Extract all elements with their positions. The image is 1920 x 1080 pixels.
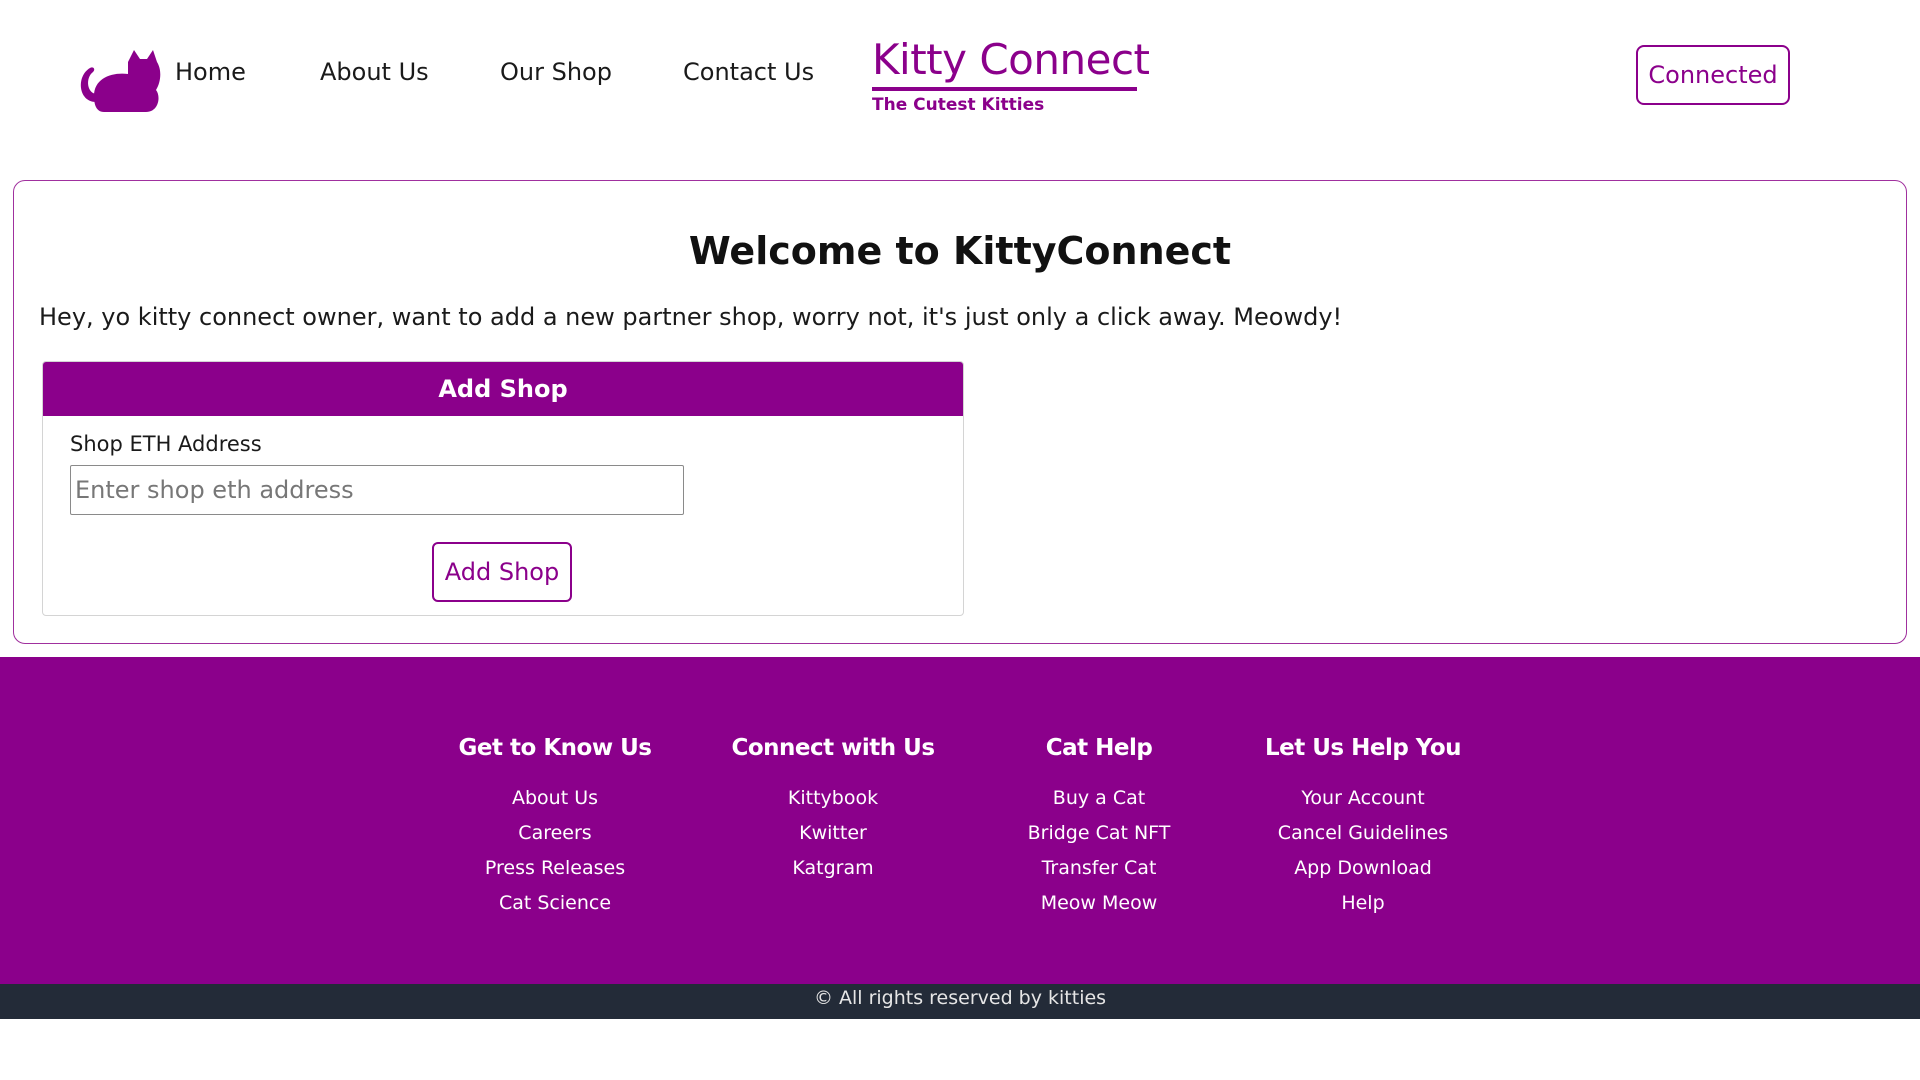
footer-link-help[interactable]: Help — [1243, 886, 1483, 921]
footer-link-kwitter[interactable]: Kwitter — [713, 816, 953, 851]
brand-logo[interactable]: Kitty Connect The Cutest Kitties — [872, 35, 1150, 115]
brand-subtitle: The Cutest Kitties — [872, 95, 1045, 115]
footer-heading: Get to Know Us — [458, 735, 652, 761]
footer-heading: Let Us Help You — [1264, 735, 1462, 761]
footer-link-press-releases[interactable]: Press Releases — [435, 851, 675, 886]
footer-link-buy-a-cat[interactable]: Buy a Cat — [979, 781, 1219, 816]
copyright-text: © All rights reserved by kitties — [813, 987, 1107, 1009]
brand-title: Kitty Connect — [872, 35, 1150, 84]
footer-link-app-download[interactable]: App Download — [1243, 851, 1483, 886]
footer-heading: Cat Help — [1045, 735, 1153, 761]
nav-about-us[interactable]: About Us — [320, 58, 429, 86]
cat-logo-icon[interactable] — [76, 46, 161, 114]
footer-heading: Connect with Us — [731, 735, 935, 761]
brand-underline — [872, 87, 1137, 91]
welcome-card: Welcome to KittyConnect Hey, yo kitty co… — [13, 180, 1907, 644]
footer-link-about-us[interactable]: About Us — [435, 781, 675, 816]
wallet-connect-button[interactable]: Connected — [1636, 45, 1790, 105]
footer-link-katgram[interactable]: Katgram — [713, 851, 953, 886]
footer-column-connect-with-us: Connect with Us Kittybook Kwitter Katgra… — [713, 735, 953, 886]
copyright-bar: © All rights reserved by kitties — [0, 984, 1920, 1019]
footer-link-transfer-cat[interactable]: Transfer Cat — [979, 851, 1219, 886]
nav-our-shop[interactable]: Our Shop — [500, 58, 612, 86]
shop-eth-address-label: Shop ETH Address — [70, 432, 262, 456]
add-shop-panel-header: Add Shop — [43, 362, 963, 416]
add-shop-panel: Add Shop Shop ETH Address Add Shop — [42, 361, 964, 616]
footer-link-bridge-cat-nft[interactable]: Bridge Cat NFT — [979, 816, 1219, 851]
add-shop-button[interactable]: Add Shop — [432, 542, 572, 602]
footer-link-kittybook[interactable]: Kittybook — [713, 781, 953, 816]
nav-home[interactable]: Home — [175, 58, 246, 86]
intro-text: Hey, yo kitty connect owner, want to add… — [39, 303, 1343, 331]
footer-link-cancel-guidelines[interactable]: Cancel Guidelines — [1243, 816, 1483, 851]
shop-eth-address-input[interactable] — [70, 465, 684, 515]
footer-link-your-account[interactable]: Your Account — [1243, 781, 1483, 816]
footer-link-careers[interactable]: Careers — [435, 816, 675, 851]
footer-link-meow-meow[interactable]: Meow Meow — [979, 886, 1219, 921]
nav-contact-us[interactable]: Contact Us — [683, 58, 814, 86]
footer-column-cat-help: Cat Help Buy a Cat Bridge Cat NFT Transf… — [979, 735, 1219, 921]
footer-column-get-to-know-us: Get to Know Us About Us Careers Press Re… — [435, 735, 675, 921]
footer-column-let-us-help-you: Let Us Help You Your Account Cancel Guid… — [1243, 735, 1483, 921]
site-header: Home About Us Our Shop Contact Us Kitty … — [0, 0, 1920, 150]
site-footer: Get to Know Us About Us Careers Press Re… — [0, 657, 1920, 984]
footer-link-cat-science[interactable]: Cat Science — [435, 886, 675, 921]
page-title: Welcome to KittyConnect — [688, 229, 1232, 273]
